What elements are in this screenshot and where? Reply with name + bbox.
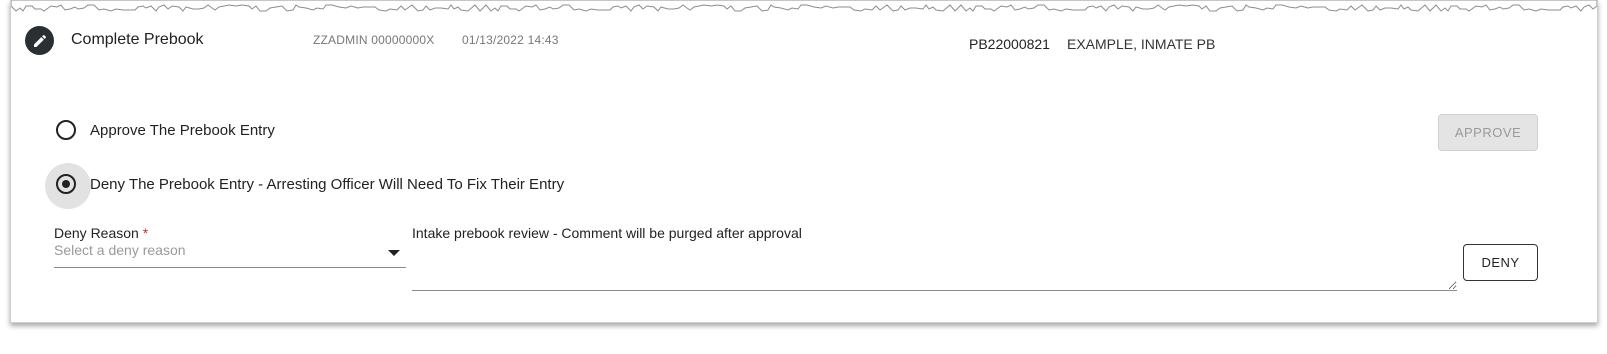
page-title: Complete Prebook xyxy=(71,31,204,48)
prebook-card: Complete Prebook ZZADMIN 00000000X 01/13… xyxy=(10,0,1598,323)
user-id: ZZADMIN 00000000X xyxy=(313,33,435,47)
deny-reason-label: Deny Reason * xyxy=(54,225,148,241)
timestamp: 01/13/2022 14:43 xyxy=(462,33,559,47)
deny-reason-placeholder: Select a deny reason xyxy=(54,242,186,258)
torn-edge-decoration xyxy=(11,0,1597,12)
comment-label: Intake prebook review - Comment will be … xyxy=(412,225,802,241)
deny-reason-label-text: Deny Reason xyxy=(54,225,139,241)
approve-option[interactable]: Approve The Prebook Entry xyxy=(45,109,845,155)
deny-reason-select[interactable]: Select a deny reason xyxy=(54,241,406,268)
radio-selected-dot xyxy=(62,180,70,188)
inmate-name: EXAMPLE, INMATE PB xyxy=(1067,36,1216,52)
deny-option-label: Deny The Prebook Entry - Arresting Offic… xyxy=(90,176,565,193)
approve-option-label: Approve The Prebook Entry xyxy=(90,122,275,139)
approve-button[interactable]: APPROVE xyxy=(1438,114,1538,151)
comment-textarea[interactable] xyxy=(412,243,1457,291)
booking-number: PB22000821 xyxy=(969,36,1050,52)
dropdown-arrow-icon xyxy=(388,250,400,256)
required-mark: * xyxy=(142,225,149,241)
pencil-icon[interactable] xyxy=(25,26,54,55)
deny-button[interactable]: DENY xyxy=(1463,244,1538,281)
deny-option[interactable]: Deny The Prebook Entry - Arresting Offic… xyxy=(45,163,845,209)
deny-radio[interactable] xyxy=(56,174,76,194)
approve-radio[interactable] xyxy=(56,120,76,140)
card-header: Complete Prebook ZZADMIN 00000000X 01/13… xyxy=(11,20,1597,60)
